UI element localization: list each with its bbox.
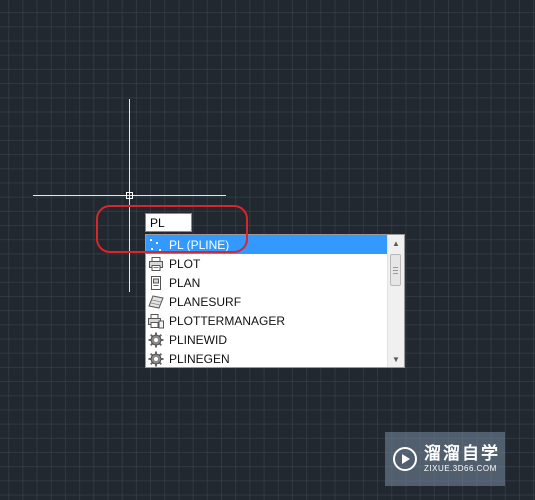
plane-surface-icon	[148, 294, 164, 309]
scroll-down-arrow-icon[interactable]: ▼	[388, 352, 404, 366]
autocomplete-item-label: PLAN	[169, 275, 201, 290]
scrollbar-grip-line	[393, 270, 398, 271]
watermark-title: 溜溜自学	[424, 444, 500, 464]
autocomplete-item-label: PLOTTERMANAGER	[169, 313, 286, 328]
autocomplete-item-plot[interactable]: PLOT	[146, 254, 387, 273]
autocomplete-item-plottermanager[interactable]: PLOTTERMANAGER	[146, 311, 387, 330]
play-circle-icon	[393, 447, 417, 471]
watermark: 溜溜自学 ZIXUE.3D66.COM	[385, 432, 505, 486]
autocomplete-list[interactable]: PL (PLINE) PLOT PLAN PLANESURF PLOTTERMA…	[145, 234, 405, 368]
gear-icon	[148, 351, 164, 366]
autocomplete-item-label: PLINEWID	[169, 332, 228, 347]
highlight-annotation	[96, 205, 248, 253]
plotter-manager-icon	[148, 313, 164, 328]
watermark-text: 溜溜自学 ZIXUE.3D66.COM	[424, 444, 500, 474]
autocomplete-item-label: PLOT	[169, 256, 201, 271]
watermark-url: ZIXUE.3D66.COM	[424, 464, 497, 473]
autocomplete-items: PL (PLINE) PLOT PLAN PLANESURF PLOTTERMA…	[146, 235, 387, 368]
cursor-pickbox	[126, 192, 133, 199]
scrollbar-grip-line	[393, 267, 398, 268]
plan-view-icon	[151, 275, 161, 290]
autocomplete-item-plan[interactable]: PLAN	[146, 273, 387, 292]
autocomplete-item-label: PLINEGEN	[169, 351, 230, 366]
autocomplete-item-label: PLANESURF	[169, 294, 242, 309]
scrollbar-thumb[interactable]	[390, 254, 401, 286]
autocomplete-scrollbar[interactable]: ▲ ▼	[387, 235, 404, 367]
printer-icon	[149, 256, 163, 271]
autocomplete-item-plinewid[interactable]: PLINEWID	[146, 330, 387, 349]
gear-icon	[148, 332, 164, 347]
scrollbar-grip-line	[393, 273, 398, 274]
autocomplete-item-plinegen[interactable]: PLINEGEN	[146, 349, 387, 368]
scroll-up-arrow-icon[interactable]: ▲	[388, 236, 404, 250]
autocomplete-item-planesurf[interactable]: PLANESURF	[146, 292, 387, 311]
